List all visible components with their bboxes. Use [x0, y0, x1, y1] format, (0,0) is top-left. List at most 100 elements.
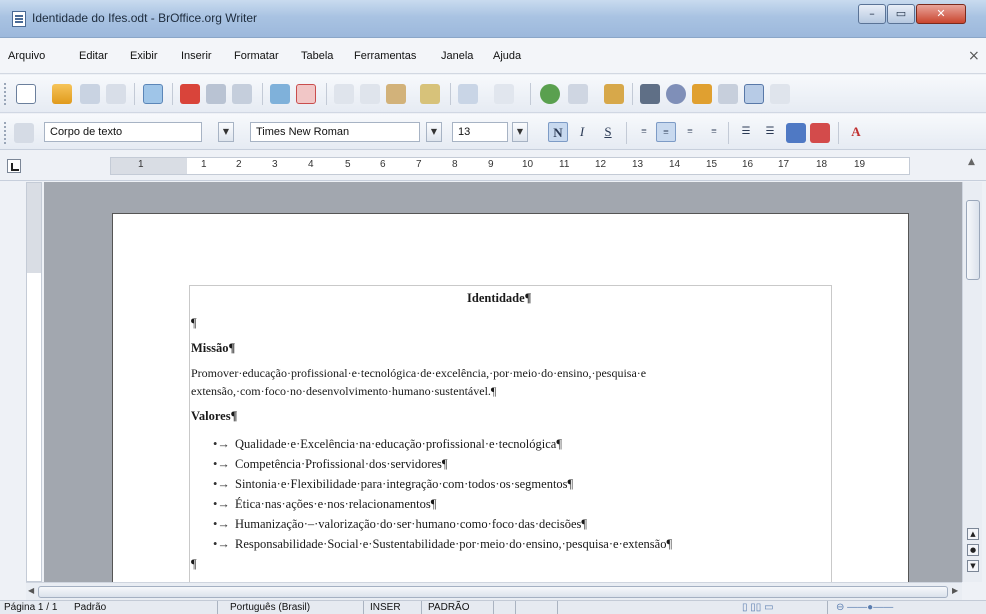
- digital-signature-indicator: [518, 601, 558, 614]
- new-document-icon[interactable]: [16, 84, 36, 104]
- empty-paragraph[interactable]: ¶: [191, 557, 197, 572]
- close-document-icon[interactable]: ×: [968, 48, 980, 64]
- open-folder-icon[interactable]: [52, 84, 72, 104]
- empty-paragraph[interactable]: ¶: [191, 316, 197, 331]
- email-icon[interactable]: [106, 84, 126, 104]
- menu-arquivo[interactable]: Arquivo: [8, 50, 45, 62]
- menu-exibir[interactable]: Exibir: [130, 50, 158, 62]
- selection-mode-indicator[interactable]: PADRÃO: [424, 601, 494, 614]
- list-item[interactable]: •→ Sintonia·e·Flexibilidade·para·integraç…: [213, 477, 573, 492]
- align-center-icon[interactable]: ≡: [656, 122, 676, 142]
- minimize-button[interactable]: –: [858, 4, 886, 24]
- list-item[interactable]: •→ Qualidade·e·Excelência·na·educação·pro…: [213, 437, 562, 452]
- menu-janela[interactable]: Janela: [441, 50, 473, 62]
- list-item[interactable]: •→ Humanização·–·valorização·do·ser·human…: [213, 517, 587, 532]
- horizontal-ruler: 1 1 2 3 4 5 6 7 8 9 10 11 12 13 14 15 16…: [0, 151, 986, 181]
- styles-formatting-icon[interactable]: [14, 123, 34, 143]
- menu-formatar[interactable]: Formatar: [234, 50, 279, 62]
- bullet-icon: •→: [213, 497, 230, 511]
- paste-icon[interactable]: [386, 84, 406, 104]
- find-replace-icon[interactable]: [640, 84, 660, 104]
- menu-inserir[interactable]: Inserir: [181, 50, 212, 62]
- missao-title[interactable]: Missão¶: [191, 341, 235, 356]
- view-layout-icon[interactable]: ▯ ▯▯ ▭: [738, 601, 828, 614]
- vertical-scrollbar[interactable]: ▲ ● ▼: [962, 182, 982, 582]
- font-name-select[interactable]: Times New Roman: [250, 122, 420, 142]
- bullets-icon[interactable]: ☰: [760, 122, 780, 142]
- chevron-down-icon[interactable]: ▼: [512, 122, 528, 142]
- scroll-left-arrow-icon[interactable]: ◀: [28, 586, 34, 595]
- data-sources-icon[interactable]: [718, 84, 738, 104]
- align-right-icon[interactable]: ≡: [680, 122, 700, 142]
- vertical-ruler[interactable]: [26, 182, 42, 582]
- print-icon[interactable]: [206, 84, 226, 104]
- language-indicator[interactable]: Português (Brasil): [226, 601, 364, 614]
- toolbar-separator: [626, 122, 627, 144]
- cut-icon[interactable]: [334, 84, 354, 104]
- chevron-down-icon[interactable]: ▼: [218, 122, 234, 142]
- document-heading[interactable]: Identidade¶: [467, 291, 531, 306]
- zoom-icon[interactable]: [770, 84, 790, 104]
- scroll-up-arrow-icon[interactable]: ▲: [968, 157, 975, 167]
- missao-text-line1[interactable]: Promover·educação·profissional·e·tecnoló…: [191, 366, 646, 381]
- close-window-button[interactable]: ✕: [916, 4, 966, 24]
- save-icon[interactable]: [80, 84, 100, 104]
- tab-stop-type-icon[interactable]: [7, 159, 21, 173]
- list-item[interactable]: •→ Ética·nas·ações·e·nos·relacionamentos¶: [213, 497, 436, 512]
- clone-formatting-icon[interactable]: [420, 84, 440, 104]
- list-item[interactable]: •→ Competência·Profissional·dos·servidore…: [213, 457, 448, 472]
- copy-icon[interactable]: [360, 84, 380, 104]
- undo-icon[interactable]: [458, 84, 478, 104]
- page-indicator[interactable]: Página 1 / 1: [0, 601, 70, 614]
- missao-text-line2[interactable]: extensão,·com·foco·no·desenvolvimento·hu…: [191, 384, 496, 399]
- align-left-icon[interactable]: ≡: [634, 122, 654, 142]
- menu-editar[interactable]: Editar: [79, 50, 108, 62]
- spellcheck-icon[interactable]: [270, 84, 290, 104]
- navigation-icon[interactable]: ●: [967, 544, 979, 556]
- menu-ferramentas[interactable]: Ferramentas: [354, 50, 416, 62]
- zoom-slider[interactable]: ⊖ ——●——: [832, 601, 982, 614]
- underline-button[interactable]: S: [598, 122, 618, 142]
- chevron-down-icon[interactable]: ▼: [426, 122, 442, 142]
- insert-mode-indicator[interactable]: INSER: [366, 601, 422, 614]
- decrease-indent-icon[interactable]: [786, 123, 806, 143]
- maximize-button[interactable]: ▭: [887, 4, 915, 24]
- scroll-right-arrow-icon[interactable]: ▶: [952, 586, 958, 595]
- hyperlink-icon[interactable]: [540, 84, 560, 104]
- redo-icon[interactable]: [494, 84, 514, 104]
- list-item[interactable]: •→ Responsabilidade·Social·e·Sustentabili…: [213, 537, 672, 552]
- menu-tabela[interactable]: Tabela: [301, 50, 333, 62]
- toolbar-grip[interactable]: [4, 122, 7, 144]
- scrollbar-thumb[interactable]: [966, 200, 980, 280]
- italic-button[interactable]: I: [572, 122, 592, 142]
- formatting-marks-icon[interactable]: [744, 84, 764, 104]
- horizontal-scrollbar[interactable]: ◀ ▶: [26, 582, 962, 600]
- justify-icon[interactable]: ≡: [704, 122, 724, 142]
- document-canvas[interactable]: Identidade¶ ¶ Missão¶ Promover·educação·…: [44, 182, 962, 582]
- font-color-icon[interactable]: A: [846, 122, 866, 142]
- ruler-label: 19: [854, 159, 866, 170]
- document-page[interactable]: Identidade¶ ¶ Missão¶ Promover·educação·…: [112, 213, 909, 582]
- increase-indent-icon[interactable]: [810, 123, 830, 143]
- show-draw-functions-icon[interactable]: [604, 84, 624, 104]
- edit-mode-icon[interactable]: [143, 84, 163, 104]
- bold-button[interactable]: N: [548, 122, 568, 142]
- toolbar-grip[interactable]: [4, 83, 7, 105]
- export-pdf-icon[interactable]: [180, 84, 200, 104]
- writer-window: Identidade do Ifes.odt - BrOffice.org Wr…: [0, 0, 986, 614]
- menu-ajuda[interactable]: Ajuda: [493, 50, 521, 62]
- numbering-icon[interactable]: ☰: [736, 122, 756, 142]
- valores-title[interactable]: Valores¶: [191, 409, 237, 424]
- gallery-icon[interactable]: [692, 84, 712, 104]
- table-icon[interactable]: [568, 84, 588, 104]
- next-page-icon[interactable]: ▼: [967, 560, 979, 572]
- autospellcheck-icon[interactable]: [296, 84, 316, 104]
- previous-page-icon[interactable]: ▲: [967, 528, 979, 540]
- navigator-icon[interactable]: [666, 84, 686, 104]
- scrollbar-thumb[interactable]: [38, 586, 948, 598]
- ruler-strip[interactable]: [110, 157, 910, 175]
- page-style[interactable]: Padrão: [70, 601, 218, 614]
- paragraph-style-select[interactable]: Corpo de texto: [44, 122, 202, 142]
- font-size-select[interactable]: 13: [452, 122, 508, 142]
- page-preview-icon[interactable]: [232, 84, 252, 104]
